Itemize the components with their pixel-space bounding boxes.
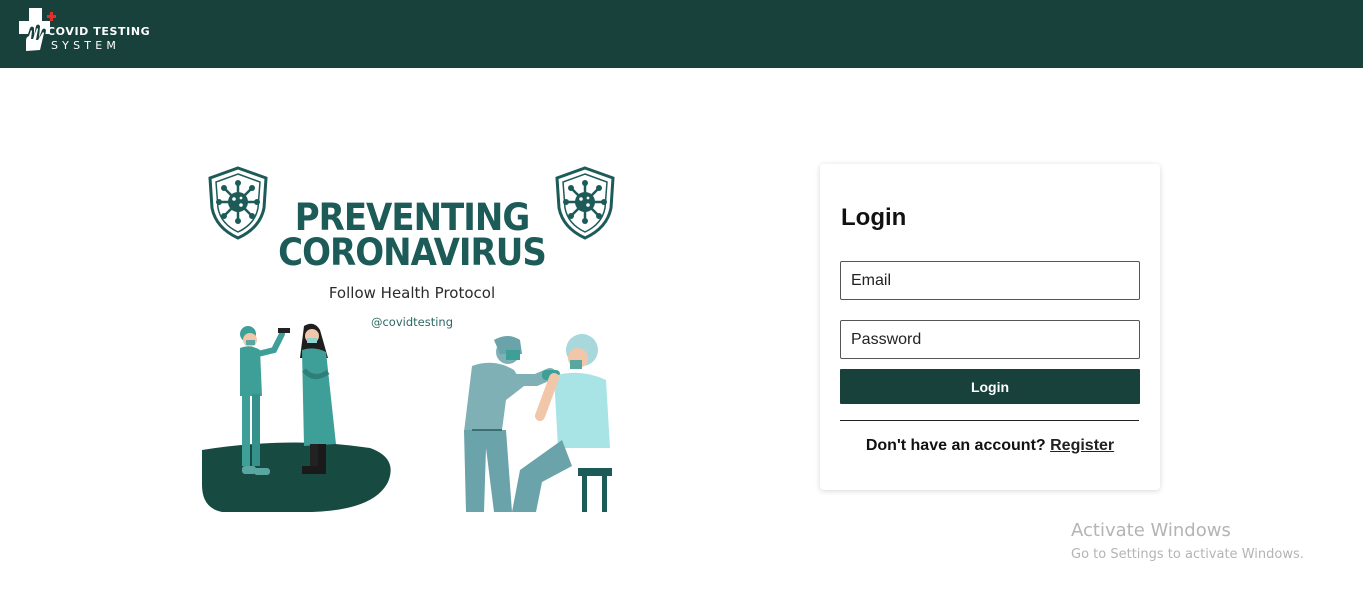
site-logo[interactable]: COVID TESTING SYSTEM bbox=[18, 8, 168, 54]
promo-poster: PREVENTING CORONAVIRUS Follow Health Pro… bbox=[202, 160, 622, 512]
logo-text-primary: COVID TESTING bbox=[47, 25, 151, 38]
email-input[interactable] bbox=[840, 261, 1140, 300]
register-link[interactable]: Register bbox=[1050, 437, 1114, 454]
login-heading: Login bbox=[841, 204, 907, 231]
activate-windows-watermark: Activate Windows Go to Settings to activ… bbox=[1071, 520, 1304, 562]
watermark-subtitle: Go to Settings to activate Windows. bbox=[1071, 547, 1304, 562]
login-button[interactable]: Login bbox=[840, 369, 1140, 404]
watermark-title: Activate Windows bbox=[1071, 520, 1231, 541]
health-workers-illustration bbox=[202, 323, 612, 512]
poster-title-line2: CORONAVIRUS bbox=[278, 231, 547, 275]
register-prompt: Don't have an account? Register bbox=[820, 437, 1160, 455]
top-navbar: COVID TESTING SYSTEM bbox=[0, 0, 1363, 68]
divider bbox=[840, 420, 1139, 421]
login-card: Login Login Don't have an account? Regis… bbox=[820, 164, 1160, 490]
password-input[interactable] bbox=[840, 320, 1140, 359]
no-account-text: Don't have an account? bbox=[865, 437, 1046, 454]
logo-text-secondary: SYSTEM bbox=[51, 39, 121, 52]
poster-subtitle: Follow Health Protocol bbox=[328, 284, 496, 302]
